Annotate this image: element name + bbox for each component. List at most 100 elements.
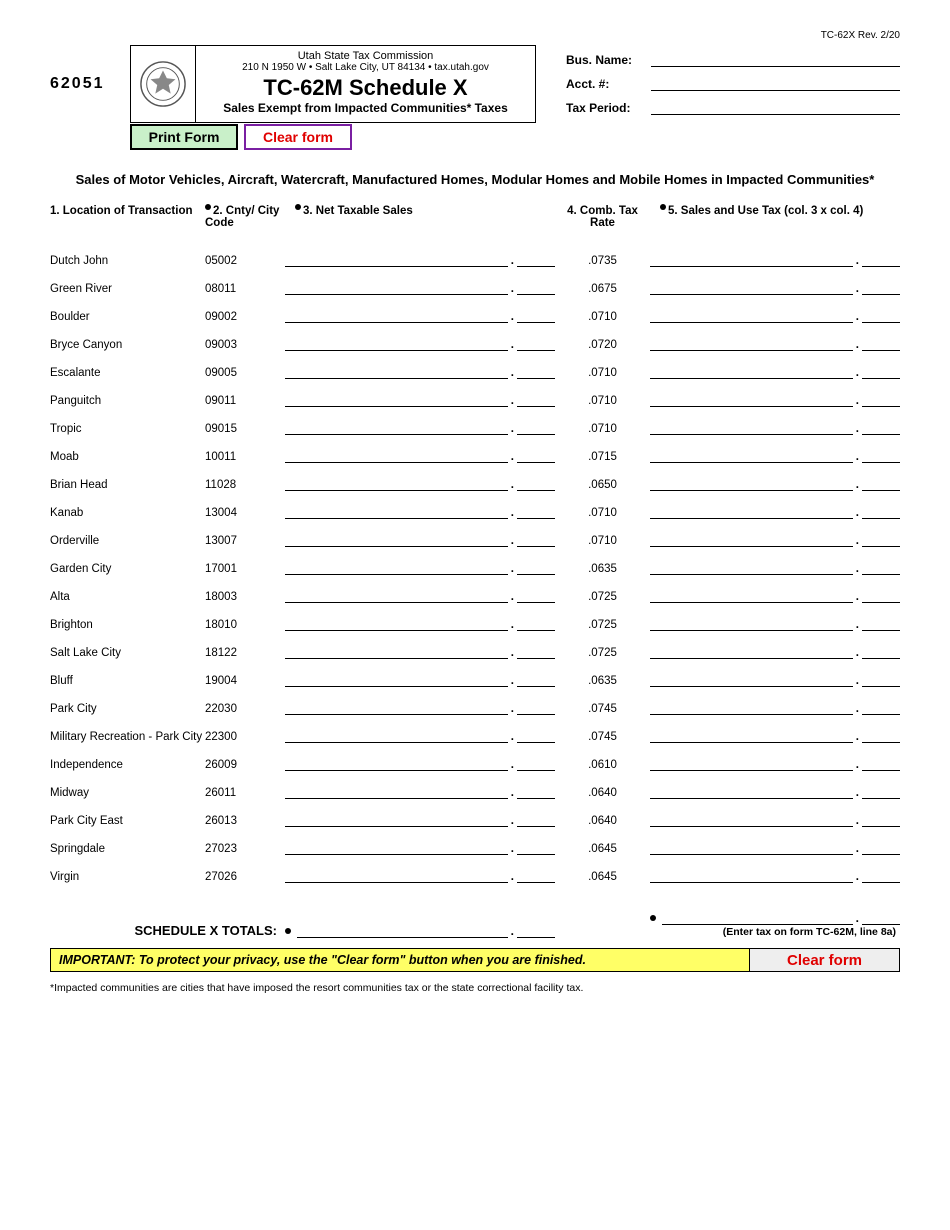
tax-dec-input[interactable] [862,279,900,295]
net-dec-input[interactable] [517,447,555,463]
acct-input[interactable] [651,75,900,91]
tax-dec-input[interactable] [862,419,900,435]
net-int-input[interactable] [285,251,508,267]
net-int-input[interactable] [285,643,508,659]
tax-int-input[interactable] [650,363,853,379]
tax-int-input[interactable] [650,447,853,463]
tax-dec-input[interactable] [862,615,900,631]
net-int-input[interactable] [285,419,508,435]
net-dec-input[interactable] [517,363,555,379]
net-dec-input[interactable] [517,531,555,547]
tax-dec-input[interactable] [862,447,900,463]
tax-int-input[interactable] [650,559,853,575]
net-dec-input[interactable] [517,475,555,491]
net-int-input[interactable] [285,503,508,519]
tax-int-input[interactable] [650,587,853,603]
tax-int-input[interactable] [650,279,853,295]
net-int-input[interactable] [285,531,508,547]
tax-int-input[interactable] [650,811,853,827]
print-form-button[interactable]: Print Form [130,124,238,150]
net-dec-input[interactable] [517,391,555,407]
net-int-input[interactable] [285,615,508,631]
tax-int-input[interactable] [650,531,853,547]
net-int-input[interactable] [285,671,508,687]
net-dec-input[interactable] [517,839,555,855]
net-dec-input[interactable] [517,559,555,575]
net-dec-input[interactable] [517,671,555,687]
tax-dec-input[interactable] [862,867,900,883]
tax-dec-input[interactable] [862,363,900,379]
tax-dec-input[interactable] [862,699,900,715]
tax-dec-input[interactable] [862,531,900,547]
net-dec-input[interactable] [517,335,555,351]
tax-dec-input[interactable] [862,559,900,575]
net-int-input[interactable] [285,755,508,771]
clear-form-button-top[interactable]: Clear form [244,124,352,150]
tax-dec-input[interactable] [862,727,900,743]
tax-dec-input[interactable] [862,391,900,407]
net-int-input[interactable] [285,839,508,855]
tax-dec-input[interactable] [862,587,900,603]
tax-dec-input[interactable] [862,755,900,771]
tax-dec-input[interactable] [862,475,900,491]
tax-int-input[interactable] [650,419,853,435]
net-dec-input[interactable] [517,419,555,435]
tax-dec-input[interactable] [862,503,900,519]
net-dec-input[interactable] [517,587,555,603]
tax-int-input[interactable] [650,307,853,323]
tax-dec-input[interactable] [862,839,900,855]
net-int-input[interactable] [285,727,508,743]
tax-dec-input[interactable] [862,251,900,267]
net-dec-input[interactable] [517,699,555,715]
net-int-input[interactable] [285,699,508,715]
tax-int-input[interactable] [650,783,853,799]
tax-int-input[interactable] [650,867,853,883]
totals-net-dec-input[interactable] [517,922,555,938]
totals-tax-dec-input[interactable] [862,909,900,925]
tax-int-input[interactable] [650,503,853,519]
net-int-input[interactable] [285,559,508,575]
net-dec-input[interactable] [517,615,555,631]
net-int-input[interactable] [285,783,508,799]
tax-dec-input[interactable] [862,307,900,323]
net-int-input[interactable] [285,363,508,379]
net-dec-input[interactable] [517,643,555,659]
net-dec-input[interactable] [517,727,555,743]
tax-dec-input[interactable] [862,671,900,687]
tax-int-input[interactable] [650,643,853,659]
net-int-input[interactable] [285,867,508,883]
totals-net-int-input[interactable] [297,922,508,938]
tax-int-input[interactable] [650,391,853,407]
net-dec-input[interactable] [517,279,555,295]
net-int-input[interactable] [285,447,508,463]
clear-form-button-bottom[interactable]: Clear form [749,949,899,971]
net-int-input[interactable] [285,307,508,323]
tax-int-input[interactable] [650,251,853,267]
tax-int-input[interactable] [650,839,853,855]
tax-int-input[interactable] [650,727,853,743]
net-dec-input[interactable] [517,783,555,799]
tax-int-input[interactable] [650,699,853,715]
net-dec-input[interactable] [517,867,555,883]
bus-name-input[interactable] [651,51,900,67]
net-dec-input[interactable] [517,755,555,771]
net-dec-input[interactable] [517,251,555,267]
net-int-input[interactable] [285,811,508,827]
net-int-input[interactable] [285,391,508,407]
tax-int-input[interactable] [650,615,853,631]
tax-dec-input[interactable] [862,643,900,659]
net-dec-input[interactable] [517,811,555,827]
totals-tax-int-input[interactable] [662,909,853,925]
tax-period-input[interactable] [651,99,900,115]
tax-dec-input[interactable] [862,783,900,799]
net-int-input[interactable] [285,279,508,295]
tax-dec-input[interactable] [862,335,900,351]
tax-int-input[interactable] [650,475,853,491]
net-int-input[interactable] [285,475,508,491]
tax-int-input[interactable] [650,671,853,687]
tax-int-input[interactable] [650,335,853,351]
net-dec-input[interactable] [517,307,555,323]
net-dec-input[interactable] [517,503,555,519]
net-int-input[interactable] [285,335,508,351]
tax-int-input[interactable] [650,755,853,771]
